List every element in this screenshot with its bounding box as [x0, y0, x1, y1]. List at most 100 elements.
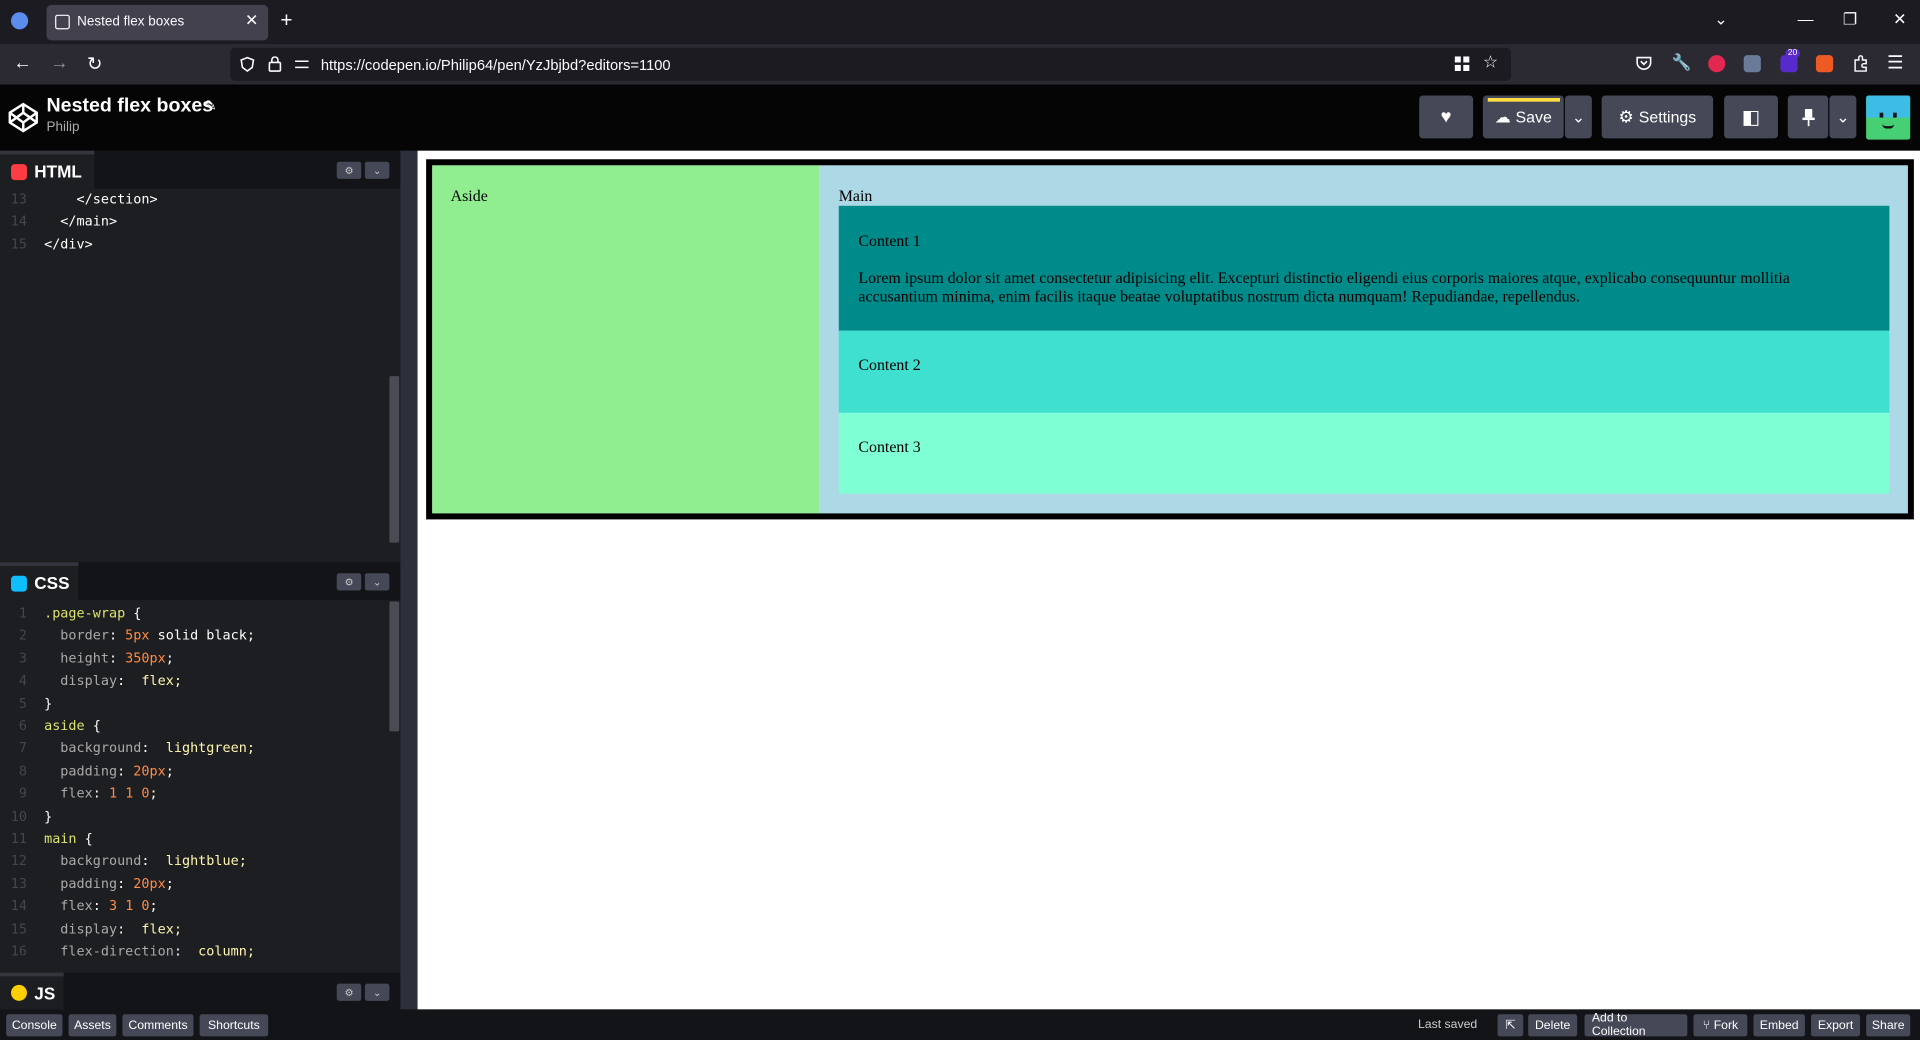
wrench-icon[interactable]: 🔧	[1671, 53, 1691, 73]
edit-title-icon[interactable]: ✎	[204, 97, 216, 114]
user-avatar[interactable]	[1866, 95, 1911, 140]
app-menu-icon[interactable]: ☰	[1887, 51, 1903, 74]
pen-author[interactable]: Philip	[47, 120, 80, 135]
css-selector: .page-wrap	[44, 605, 126, 622]
qr-code-icon[interactable]	[1454, 56, 1470, 72]
code-line: 12 background: lightblue;	[0, 853, 389, 874]
embed-button[interactable]: Embed	[1753, 1014, 1805, 1037]
bookmark-star-icon[interactable]: ☆	[1483, 51, 1498, 72]
close-window-button[interactable]: ✕	[1893, 10, 1906, 30]
settings-label: Settings	[1638, 107, 1697, 127]
css-value: 5px	[125, 627, 150, 644]
avatar-eye	[1893, 112, 1897, 118]
js-editor-tools: ⚙ ⌄	[336, 983, 390, 1001]
css-rest: flex;	[133, 672, 182, 689]
line-code: </main>	[44, 213, 118, 230]
pocket-icon[interactable]	[1636, 55, 1652, 71]
permissions-icon[interactable]	[294, 58, 310, 71]
export-button[interactable]: Export	[1811, 1014, 1861, 1037]
firefox-logo-icon[interactable]	[11, 12, 29, 30]
html-scrollbar[interactable]	[389, 376, 400, 543]
chevron-down-icon[interactable]: ⌄	[364, 983, 390, 1001]
address-bar[interactable]: https://codepen.io/Philip64/pen/YzJbjbd?…	[230, 47, 1512, 81]
css-rest: ;	[165, 650, 174, 667]
html-code-area[interactable]: 13 </section> 14 </main> 15 </div>	[0, 189, 389, 561]
console-button[interactable]: Console	[6, 1014, 63, 1037]
save-options-button[interactable]: ⌄	[1564, 95, 1592, 139]
list-tabs-icon[interactable]: ⌄	[1714, 10, 1727, 30]
code-line: 13 padding: 20px;	[0, 876, 389, 897]
assets-button[interactable]: Assets	[68, 1014, 117, 1037]
codepen-logo-icon[interactable]	[7, 102, 39, 134]
css-editor-tab[interactable]: CSS	[0, 562, 79, 601]
line-code: }	[44, 808, 52, 824]
pin-button[interactable]	[1787, 95, 1829, 139]
extension-screen-icon[interactable]	[1743, 55, 1761, 73]
add-to-collection-button[interactable]: Add to Collection	[1584, 1012, 1688, 1039]
chevron-down-icon[interactable]: ⌄	[364, 161, 390, 179]
save-button[interactable]: ☁ Save	[1482, 95, 1564, 139]
save-label: Save	[1515, 107, 1552, 127]
pin-options-button[interactable]: ⌄	[1829, 95, 1857, 139]
line-code: </section>	[44, 191, 158, 208]
line-code: display: flex;	[44, 920, 182, 937]
css-rest: lightblue;	[157, 853, 247, 870]
forward-button[interactable]: →	[50, 53, 68, 74]
css-rest: lightgreen;	[157, 740, 255, 757]
css-rest: ;	[165, 875, 174, 892]
reload-button[interactable]: ↻	[87, 53, 102, 75]
editor-settings-icon[interactable]: ⚙	[336, 573, 362, 591]
codepen-header: Nested flex boxes ✎ Philip ♥ ☁ Save ⌄ ⚙ …	[0, 84, 1920, 151]
line-code: background: lightgreen;	[44, 740, 255, 757]
css-scrollbar[interactable]	[389, 601, 400, 732]
html-editor-tools: ⚙ ⌄	[336, 161, 390, 179]
js-editor-tab[interactable]: JS	[0, 972, 64, 1010]
css-code-area[interactable]: 1 .page-wrap {2 border: 5px solid black; 3…	[0, 600, 389, 971]
css-rest: flex;	[133, 920, 182, 937]
css-property: display	[44, 672, 118, 689]
love-button[interactable]: ♥	[1419, 95, 1474, 139]
extension-purple-icon[interactable]	[1780, 55, 1798, 73]
line-code: flex: 3 1 0;	[44, 898, 158, 915]
editor-resize-handle[interactable]	[400, 150, 418, 1010]
line-number: 15	[10, 236, 27, 253]
editor-settings-icon[interactable]: ⚙	[336, 161, 362, 179]
css-rest: ;	[149, 785, 158, 802]
restore-button[interactable]: ❐	[1843, 10, 1857, 30]
tab-close-icon[interactable]: ✕	[245, 11, 258, 31]
shortcuts-button[interactable]: Shortcuts	[199, 1014, 269, 1037]
aside-text: Aside	[450, 186, 488, 205]
preview-content-3: Content 3	[838, 412, 1890, 494]
minimize-button[interactable]: —	[1798, 10, 1814, 28]
chevron-down-icon[interactable]: ⌄	[364, 573, 390, 591]
share-button[interactable]: Share	[1866, 1014, 1911, 1037]
lock-icon[interactable]	[268, 56, 282, 72]
css-property: padding	[44, 875, 118, 892]
comments-button[interactable]: Comments	[122, 1014, 194, 1037]
codepen-footer: Console Assets Comments Shortcuts Last s…	[0, 1009, 1920, 1040]
shield-icon[interactable]	[240, 56, 255, 73]
last-saved-text: Last saved	[1417, 1017, 1478, 1032]
back-button[interactable]: ←	[13, 53, 31, 74]
preview-pane[interactable]: Aside Main Content 1 Lorem ipsum dolor s…	[417, 150, 1920, 1010]
pen-title[interactable]: Nested flex boxes	[47, 96, 214, 118]
change-view-button[interactable]: ◧	[1724, 95, 1778, 139]
extension-red-icon[interactable]	[1708, 55, 1726, 73]
settings-button[interactable]: ⚙ Settings	[1601, 95, 1714, 139]
line-code: background: lightblue;	[44, 853, 247, 870]
pin-icon	[1801, 108, 1815, 126]
fork-button[interactable]: ⑂ Fork	[1693, 1014, 1748, 1037]
line-number: 15	[10, 920, 27, 937]
new-tab-button[interactable]: +	[280, 9, 292, 34]
line-code: aside {	[44, 718, 101, 734]
delete-button[interactable]: Delete	[1528, 1014, 1578, 1037]
extension-orange-icon[interactable]	[1815, 55, 1834, 73]
codepen-favicon-icon	[55, 14, 70, 30]
extensions-puzzle-icon[interactable]	[1853, 55, 1870, 72]
html-editor-tab[interactable]: HTML	[0, 150, 95, 189]
open-external-icon[interactable]: ⇱	[1497, 1014, 1524, 1037]
css-rest: }	[44, 695, 53, 712]
browser-tab[interactable]: Nested flex boxes ✕	[46, 4, 269, 41]
line-code: border: 5px solid black;	[44, 627, 255, 644]
editor-settings-icon[interactable]: ⚙	[336, 983, 362, 1001]
